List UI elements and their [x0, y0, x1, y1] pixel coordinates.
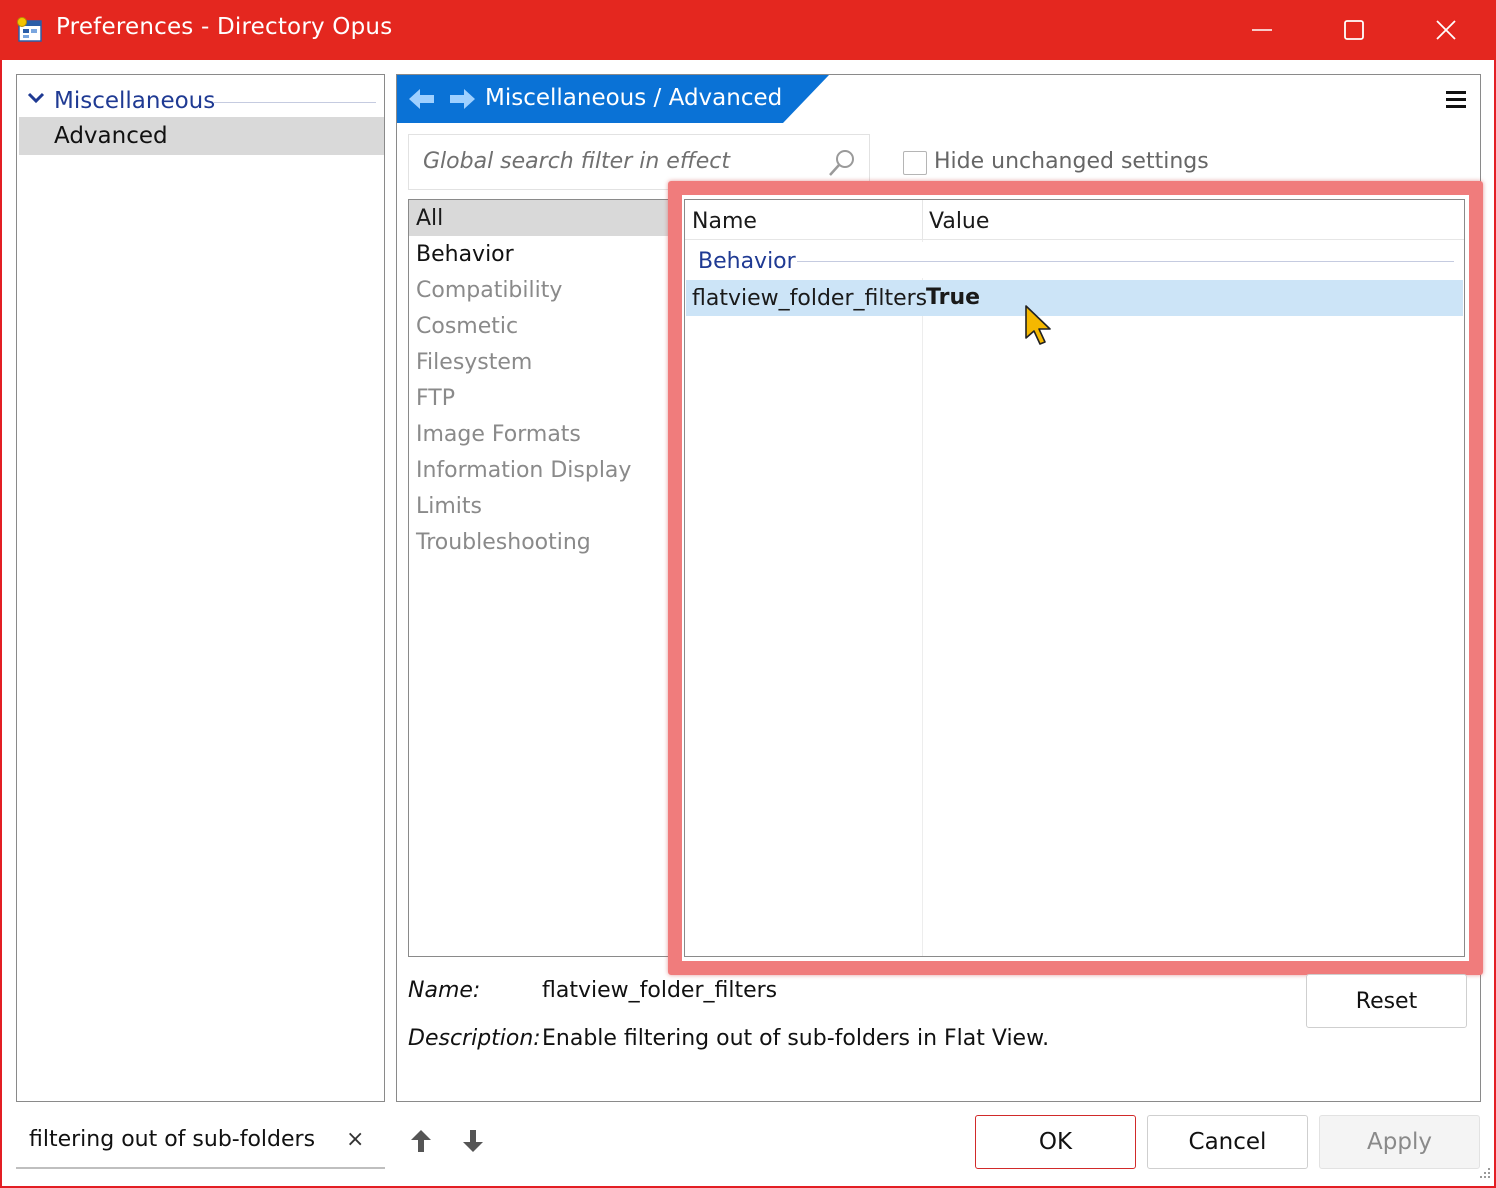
- tree-group-miscellaneous[interactable]: Miscellaneous: [17, 81, 384, 117]
- apply-button[interactable]: Apply: [1319, 1115, 1480, 1169]
- group-label: Behavior: [698, 249, 796, 274]
- app-icon: [17, 17, 42, 42]
- reset-button[interactable]: Reset: [1306, 974, 1467, 1028]
- list-item[interactable]: Troubleshooting: [409, 524, 669, 560]
- arrow-down-icon[interactable]: [462, 1128, 484, 1154]
- table-header: Name Value: [685, 200, 1464, 240]
- maximize-button[interactable]: [1308, 0, 1400, 60]
- list-item[interactable]: Filesystem: [409, 344, 669, 380]
- tree-item-advanced[interactable]: Advanced: [19, 117, 384, 155]
- setting-name: flatview_folder_filters: [692, 286, 928, 311]
- breadcrumb: Miscellaneous / Advanced: [397, 75, 829, 123]
- minimize-button[interactable]: [1216, 0, 1308, 60]
- detail-description-label: Description:: [408, 1026, 541, 1051]
- hide-unchanged-label[interactable]: Hide unchanged settings: [934, 149, 1209, 174]
- tree-group-divider: [213, 102, 376, 103]
- breadcrumb-text: Miscellaneous / Advanced: [485, 85, 783, 111]
- forward-arrow-icon[interactable]: [449, 87, 475, 111]
- arrow-up-icon[interactable]: [410, 1128, 432, 1154]
- setting-value[interactable]: True: [926, 285, 980, 310]
- list-item[interactable]: Cosmetic: [409, 308, 669, 344]
- close-button[interactable]: [1400, 0, 1492, 60]
- cancel-button[interactable]: Cancel: [1147, 1115, 1308, 1169]
- filter-value: filtering out of sub-folders: [29, 1127, 316, 1152]
- minimize-icon: [1252, 29, 1272, 31]
- settings-table[interactable]: Name Value Behavior flatview_folder_filt…: [684, 199, 1465, 957]
- table-row[interactable]: flatview_folder_filters True: [686, 280, 1463, 316]
- dialog-client: Miscellaneous Advanced Miscellaneous / A…: [2, 60, 1494, 1186]
- clear-filter-button[interactable]: ×: [346, 1127, 364, 1152]
- detail-description-value: Enable filtering out of sub-folders in F…: [542, 1026, 1050, 1051]
- list-item[interactable]: FTP: [409, 380, 669, 416]
- search-icon[interactable]: [827, 148, 857, 178]
- list-item[interactable]: Image Formats: [409, 416, 669, 452]
- close-icon: [1436, 20, 1456, 40]
- column-header-name[interactable]: Name: [692, 209, 757, 234]
- window-title: Preferences - Directory Opus: [56, 14, 393, 40]
- ok-button[interactable]: OK: [975, 1115, 1136, 1169]
- search-placeholder: Global search filter in effect: [423, 149, 730, 174]
- list-item[interactable]: Compatibility: [409, 272, 669, 308]
- category-list[interactable]: All Behavior Compatibility Cosmetic File…: [408, 199, 670, 957]
- title-bar[interactable]: Preferences - Directory Opus: [0, 0, 1496, 60]
- mouse-cursor-icon: [1025, 305, 1051, 345]
- settings-pane: Miscellaneous / Advanced Global search f…: [396, 74, 1483, 1102]
- chevron-down-icon[interactable]: [27, 91, 45, 105]
- tree-group-label: Miscellaneous: [54, 88, 216, 114]
- back-arrow-icon[interactable]: [409, 87, 435, 111]
- detail-name-label: Name:: [408, 978, 481, 1003]
- detail-name-value: flatview_folder_filters: [542, 978, 778, 1003]
- tree-item-label: Advanced: [54, 123, 168, 149]
- list-item[interactable]: Behavior: [409, 236, 669, 272]
- tree-filter-input[interactable]: filtering out of sub-folders ×: [16, 1115, 385, 1169]
- category-tree[interactable]: Miscellaneous Advanced: [16, 74, 385, 1102]
- resize-grip-icon[interactable]: [1476, 1166, 1492, 1182]
- list-item[interactable]: Limits: [409, 488, 669, 524]
- list-item[interactable]: Information Display: [409, 452, 669, 488]
- table-group-row: Behavior: [685, 242, 1464, 278]
- hamburger-menu-icon[interactable]: [1445, 89, 1467, 111]
- hide-unchanged-checkbox[interactable]: [903, 151, 927, 175]
- header-separator[interactable]: [922, 200, 923, 240]
- group-divider: [797, 261, 1454, 262]
- list-item[interactable]: All: [409, 200, 669, 236]
- maximize-icon: [1344, 20, 1364, 40]
- column-header-value[interactable]: Value: [929, 209, 989, 234]
